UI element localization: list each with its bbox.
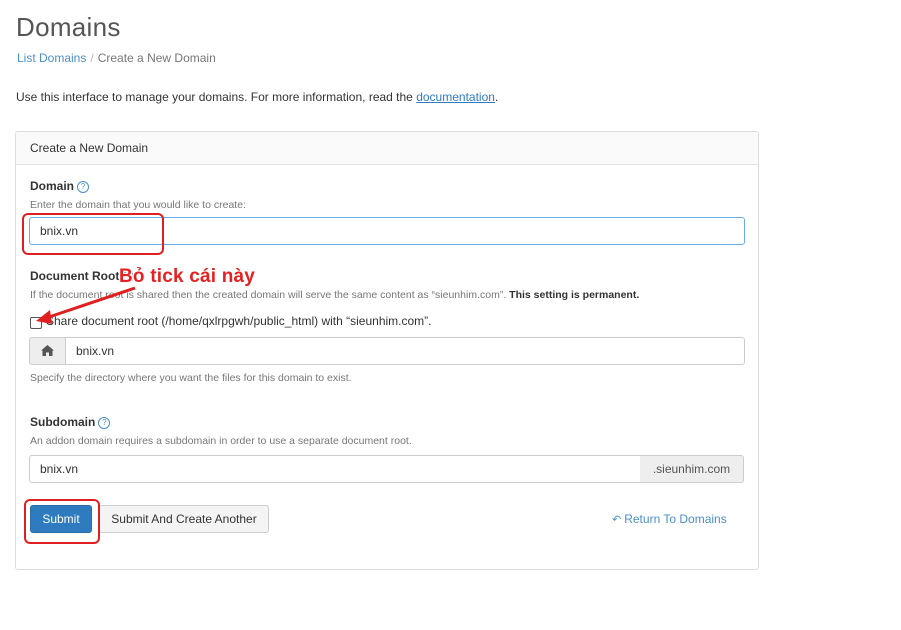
- annotation-arrow-icon: [36, 286, 136, 324]
- annotation-label: Bỏ tick cái này: [119, 266, 256, 287]
